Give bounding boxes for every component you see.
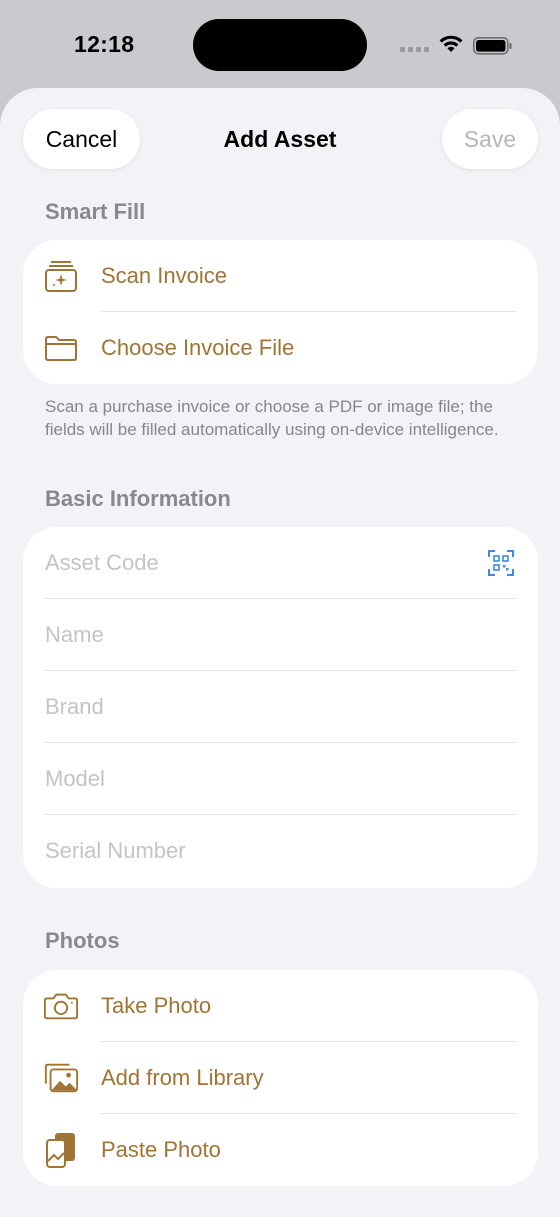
smart-fill-header: Smart Fill [45,199,146,224]
brand-placeholder: Brand [45,694,104,719]
scan-invoice-label: Scan Invoice [101,263,227,288]
camera-icon [43,988,79,1024]
folder-icon [43,330,79,366]
add-from-library-label: Add from Library [101,1065,264,1090]
status-time: 12:18 [74,31,135,57]
paste-photo-icon [43,1132,79,1168]
status-bar: 12:18 [0,0,560,90]
save-button[interactable]: Save [442,109,538,169]
battery-icon [473,37,512,55]
scan-invoice-row[interactable]: Scan Invoice [23,240,538,312]
serial-number-field[interactable]: Serial Number [23,815,538,887]
take-photo-label: Take Photo [101,993,212,1018]
choose-invoice-file-row[interactable]: Choose Invoice File [23,312,538,384]
asset-code-placeholder: Asset Code [45,550,159,575]
name-placeholder: Name [45,622,104,647]
model-field[interactable]: Model [23,743,538,815]
basic-information-header: Basic Information [45,486,231,511]
paste-photo-row[interactable]: Paste Photo [23,1114,538,1186]
qr-scan-icon[interactable] [488,550,514,576]
asset-code-field[interactable]: Asset Code [23,527,538,599]
dynamic-island [193,19,367,71]
brand-field[interactable]: Brand [23,671,538,743]
smart-fill-footnote: Scan a purchase invoice or choose a PDF … [45,397,499,439]
serial-number-placeholder: Serial Number [45,838,186,863]
choose-invoice-file-label: Choose Invoice File [101,335,295,360]
paste-photo-label: Paste Photo [101,1137,221,1162]
add-asset-sheet: Cancel Add Asset Save Smart Fill Scan In… [0,88,560,1217]
photo-library-icon [43,1060,79,1096]
model-placeholder: Model [45,766,105,791]
photos-group: Take Photo Add from Library Paste Photo [23,970,538,1186]
wifi-icon [439,35,463,52]
photos-header: Photos [45,928,120,953]
cellular-signal-icon [400,47,429,52]
scan-invoice-icon [43,258,79,294]
smart-fill-group: Scan Invoice Choose Invoice File [23,240,538,384]
add-from-library-row[interactable]: Add from Library [23,1042,538,1114]
take-photo-row[interactable]: Take Photo [23,970,538,1042]
basic-information-group: Asset Code Name Brand Model Serial Numbe… [23,527,538,888]
name-field[interactable]: Name [23,599,538,671]
